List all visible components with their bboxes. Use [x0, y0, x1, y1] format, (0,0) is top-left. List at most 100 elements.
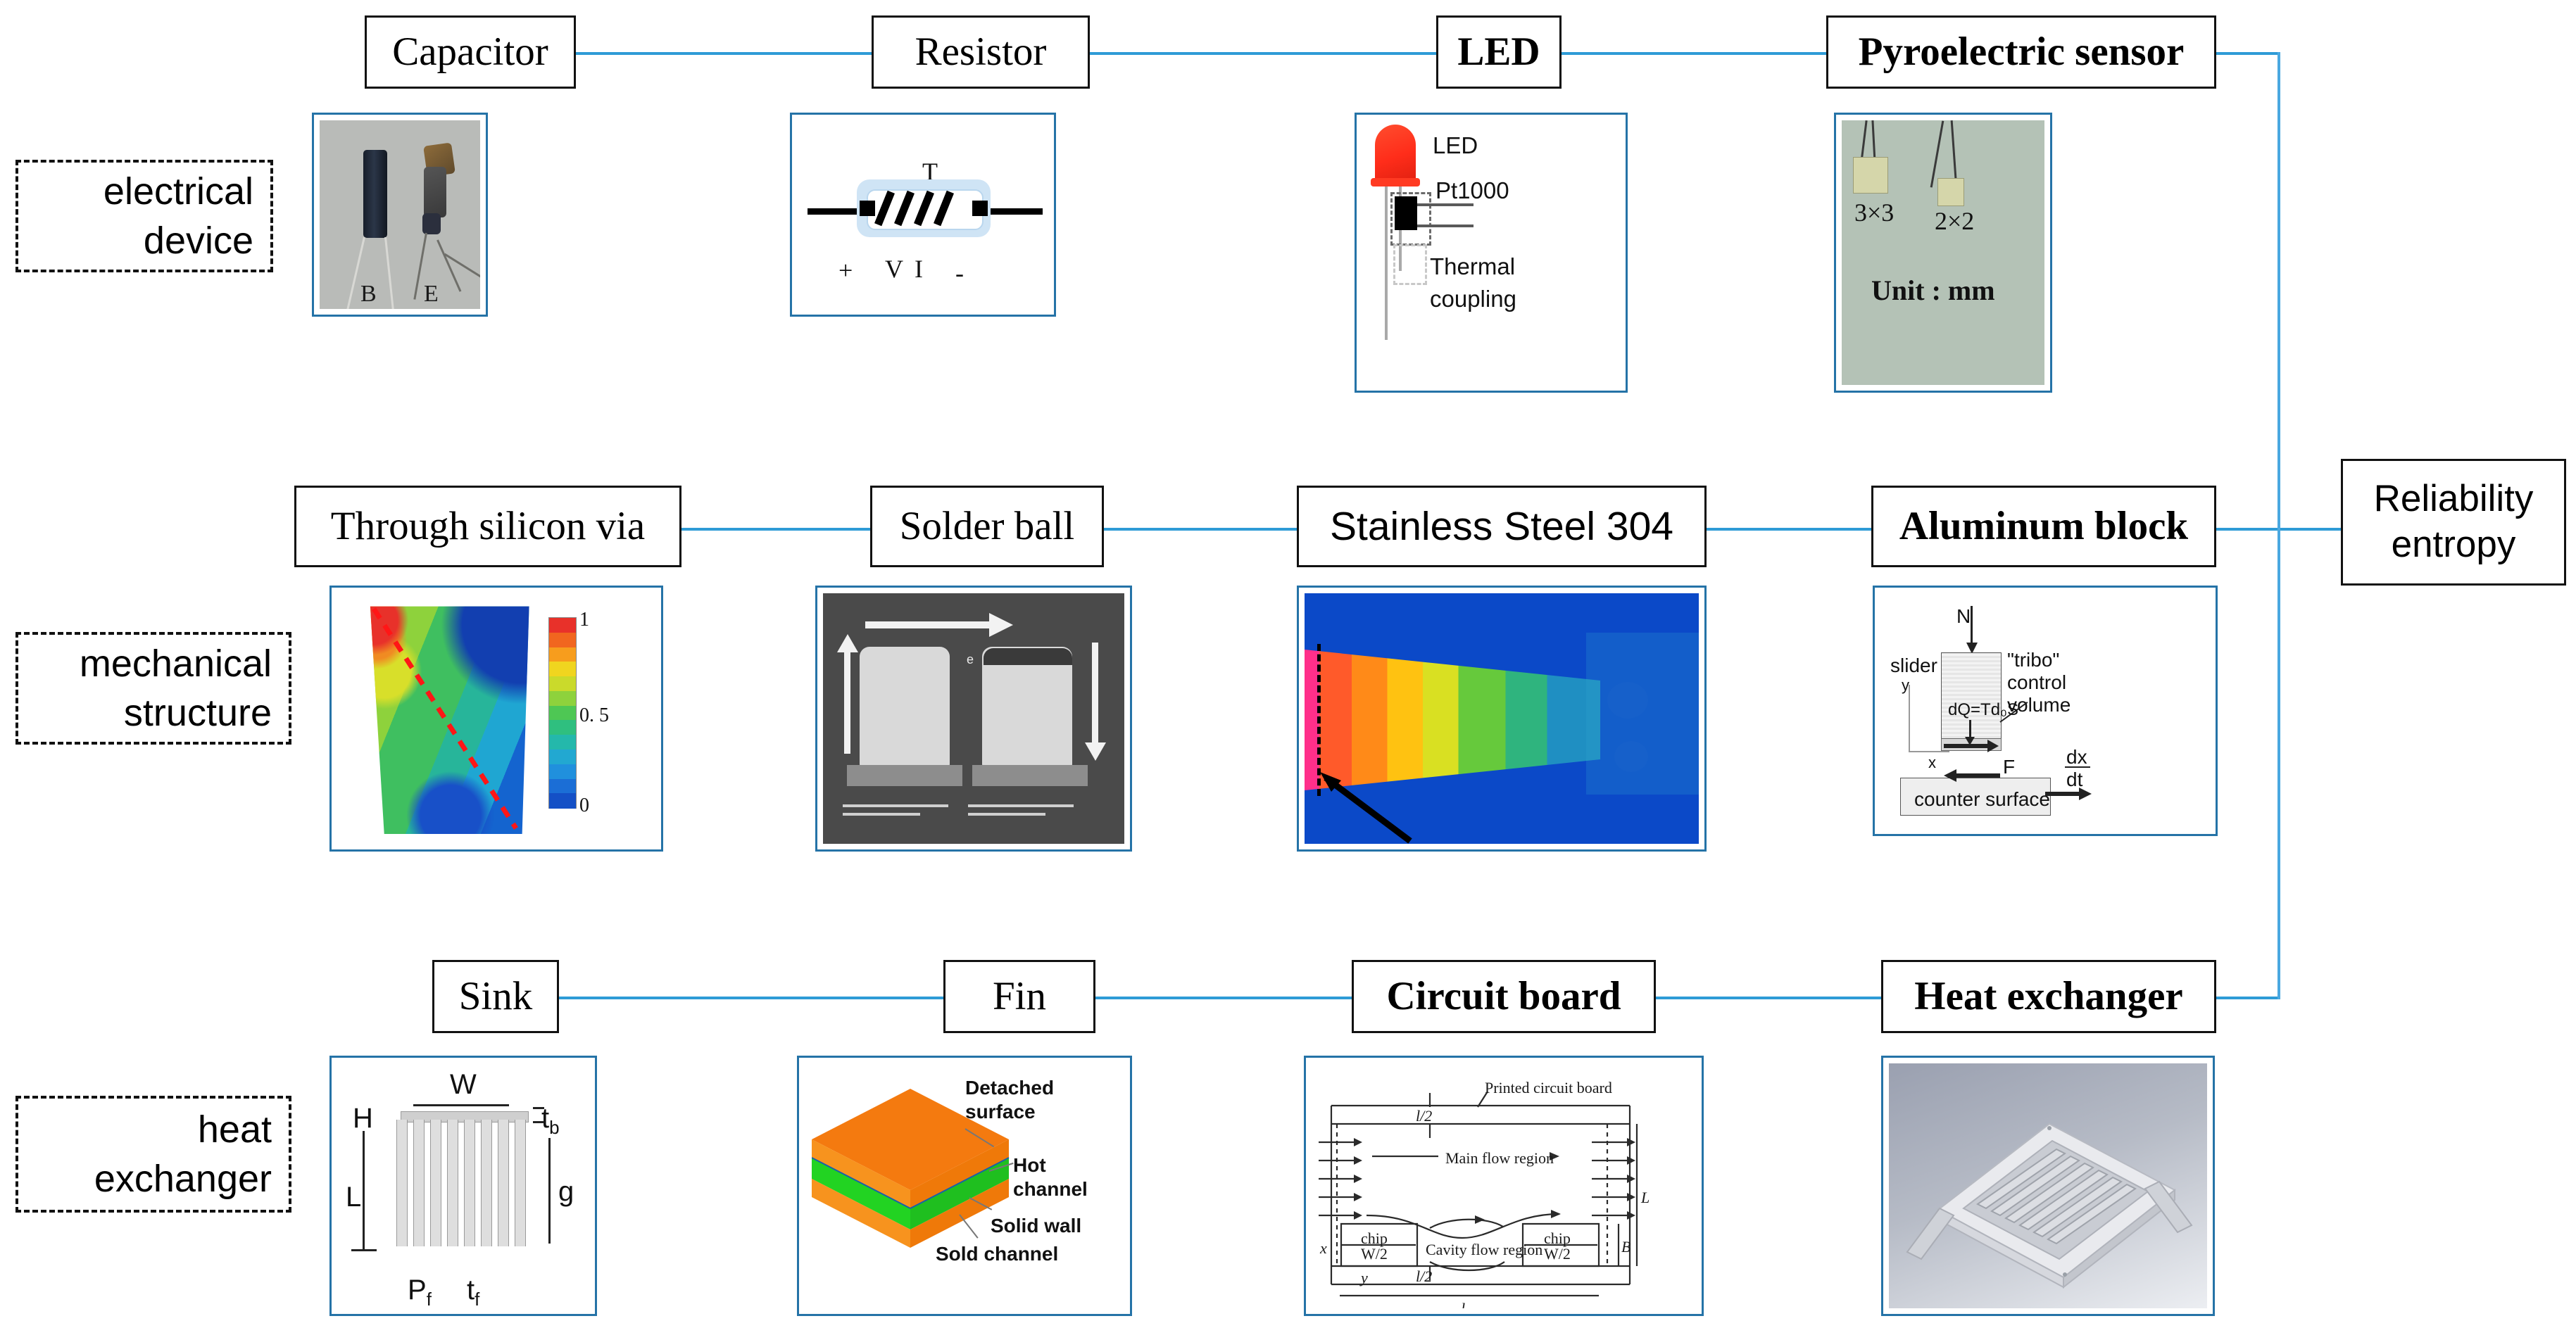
- node-stainless-steel-304[interactable]: Stainless Steel 304: [1297, 486, 1707, 567]
- heatsink-gravity-label: g: [558, 1176, 574, 1207]
- connector-circuit-heatexchanger: [1656, 997, 1881, 999]
- resistor-plus-label: +: [838, 256, 853, 284]
- node-fin[interactable]: Fin: [943, 960, 1095, 1033]
- node-label: Resistor: [915, 29, 1047, 74]
- heat-exchanger-3d: [1906, 1123, 2193, 1289]
- node-circuit-board[interactable]: Circuit board: [1352, 960, 1656, 1033]
- category-mechanical-structure: mechanical structure: [15, 632, 291, 745]
- fin-hot-l1: Hot: [1013, 1154, 1046, 1176]
- tribo-control-l2: control: [2007, 671, 2067, 693]
- figure-resistor-schematic: T + V I -: [790, 113, 1056, 317]
- node-label: Sink: [458, 973, 533, 1018]
- figure-pyroelectric-photo: 3×3 2×2 Unit : mm: [1834, 113, 2052, 393]
- node-label: Fin: [992, 973, 1047, 1018]
- connector-steel-aluminum: [1707, 528, 1871, 531]
- heatsink-width-label: W: [450, 1069, 477, 1100]
- led-pt1000-label: Pt1000: [1435, 177, 1509, 203]
- hub-label-line1: Reliability: [2373, 478, 2534, 520]
- circuitboard-chip-left-l2: W/2: [1361, 1245, 1388, 1263]
- figure-tribo-diagram: N slider "tribo" control volume dQ=Td₀S …: [1873, 586, 2218, 836]
- diagram-canvas: electrical device mechanical structure h…: [0, 0, 2576, 1328]
- tribo-axis-y: y: [1902, 676, 1909, 694]
- fin-hot-l2: channel: [1013, 1178, 1088, 1200]
- tribo-slider-label: slider: [1890, 654, 1937, 676]
- circuitboard-x-axis: x: [1320, 1239, 1327, 1257]
- connector-trunk-vertical: [2277, 52, 2280, 999]
- circuitboard-gap-top: l/2: [1416, 1107, 1433, 1125]
- node-aluminum-block[interactable]: Aluminum block: [1871, 486, 2216, 567]
- circuitboard-pcb-label: Printed circuit board: [1485, 1079, 1612, 1096]
- tsv-scale-min: 0: [579, 795, 589, 816]
- node-through-silicon-via[interactable]: Through silicon via: [294, 486, 681, 567]
- category-label-line1: heat: [197, 1108, 272, 1151]
- node-pyroelectric-sensor[interactable]: Pyroelectric sensor: [1826, 15, 2216, 89]
- tsv-crack-line: [372, 607, 518, 830]
- ir-pointer-arrow: [1320, 772, 1412, 844]
- category-label-line2: structure: [123, 692, 272, 734]
- tribo-friction-label: F: [2003, 756, 2016, 778]
- pyro-size-right: 2×2: [1935, 207, 1975, 235]
- node-label: Aluminum block: [1899, 503, 2189, 548]
- connector-tsv-solder: [681, 528, 870, 531]
- heatsink-height-label: H: [353, 1103, 373, 1134]
- connector-resistor-led: [1090, 52, 1436, 55]
- capacitor-label-e: E: [424, 281, 439, 307]
- figure-solder-ball-sem: e: [815, 586, 1132, 852]
- led-coupling-line1: Thermal: [1430, 253, 1516, 279]
- node-label: Stainless Steel 304: [1330, 503, 1673, 549]
- tsv-scale-max: 1: [579, 609, 589, 631]
- tsv-colorbar: [548, 617, 577, 809]
- figure-circuit-board: Printed circuit board Main flow region C…: [1304, 1056, 1704, 1316]
- led-label: LED: [1433, 132, 1478, 158]
- resistor-minus-label: -: [955, 259, 964, 287]
- node-resistor[interactable]: Resistor: [872, 15, 1090, 89]
- fin-solid-wall: Solid wall: [991, 1215, 1082, 1237]
- tribo-counter-surface: counter surface: [1914, 788, 2050, 810]
- circuitboard-chip-right-l2: W/2: [1544, 1245, 1571, 1263]
- node-label: Pyroelectric sensor: [1858, 29, 2185, 74]
- circuitboard-ls-label: ls: [1461, 1300, 1470, 1308]
- circuitboard-b-label: B: [1621, 1238, 1631, 1256]
- connector-heatexchanger-trunk: [2216, 997, 2280, 999]
- circuit-board-schematic: [1319, 1091, 1638, 1297]
- node-led[interactable]: LED: [1436, 15, 1562, 89]
- pyro-unit-label: Unit : mm: [1871, 274, 1995, 306]
- category-heat-exchanger: heat exchanger: [15, 1096, 291, 1213]
- node-label: Through silicon via: [330, 503, 646, 548]
- fin-detached-l2: surface: [965, 1101, 1036, 1123]
- figure-fin-slab: Detached surface Hot channel Solid wall …: [797, 1056, 1132, 1316]
- tribo-control-l1: "tribo": [2007, 649, 2060, 671]
- connector-pyro-trunk: [2216, 52, 2280, 55]
- circuitboard-l-label: L: [1641, 1189, 1650, 1206]
- node-reliability-entropy[interactable]: Reliability entropy: [2341, 459, 2566, 586]
- node-label: Capacitor: [392, 29, 548, 74]
- tribo-normal-load: N: [1956, 605, 1971, 627]
- node-label: LED: [1457, 29, 1540, 74]
- circuitboard-y-axis: y: [1361, 1269, 1368, 1286]
- category-label-line1: mechanical: [79, 642, 272, 685]
- category-electrical-device: electrical device: [15, 160, 273, 272]
- heatsink-fin-pitch: Pf: [408, 1275, 432, 1308]
- node-sink[interactable]: Sink: [432, 960, 559, 1033]
- node-capacitor[interactable]: Capacitor: [365, 15, 576, 89]
- figure-capacitor-photo: B E: [312, 113, 488, 317]
- category-label-line1: electrical: [103, 170, 253, 213]
- led-coupling-line2: coupling: [1430, 286, 1516, 312]
- resistor-current-label: I: [915, 255, 923, 283]
- sem-annotation: e: [967, 652, 974, 666]
- node-label: Solder ball: [899, 503, 1075, 548]
- capacitor-label-b: B: [360, 281, 377, 307]
- node-heat-exchanger[interactable]: Heat exchanger: [1881, 960, 2216, 1033]
- node-label: Heat exchanger: [1914, 973, 2183, 1018]
- node-solder-ball[interactable]: Solder ball: [870, 486, 1104, 567]
- circuitboard-cavityflow-label: Cavity flow region: [1426, 1241, 1543, 1258]
- figure-led-schematic: LED Pt1000 Thermal coupling: [1355, 113, 1628, 393]
- figure-heat-exchanger-render: [1881, 1056, 2215, 1316]
- pyro-size-left: 3×3: [1854, 198, 1895, 227]
- node-label: Circuit board: [1386, 973, 1621, 1018]
- heatsink-fin-thickness: tf: [467, 1275, 480, 1308]
- tribo-heat-label: dQ=Td₀S: [1948, 700, 2019, 719]
- circuitboard-mainflow-label: Main flow region: [1445, 1149, 1554, 1167]
- fin-detached-l1: Detached: [965, 1077, 1055, 1099]
- figure-tsv-contour: 1 0. 5 0: [329, 586, 663, 852]
